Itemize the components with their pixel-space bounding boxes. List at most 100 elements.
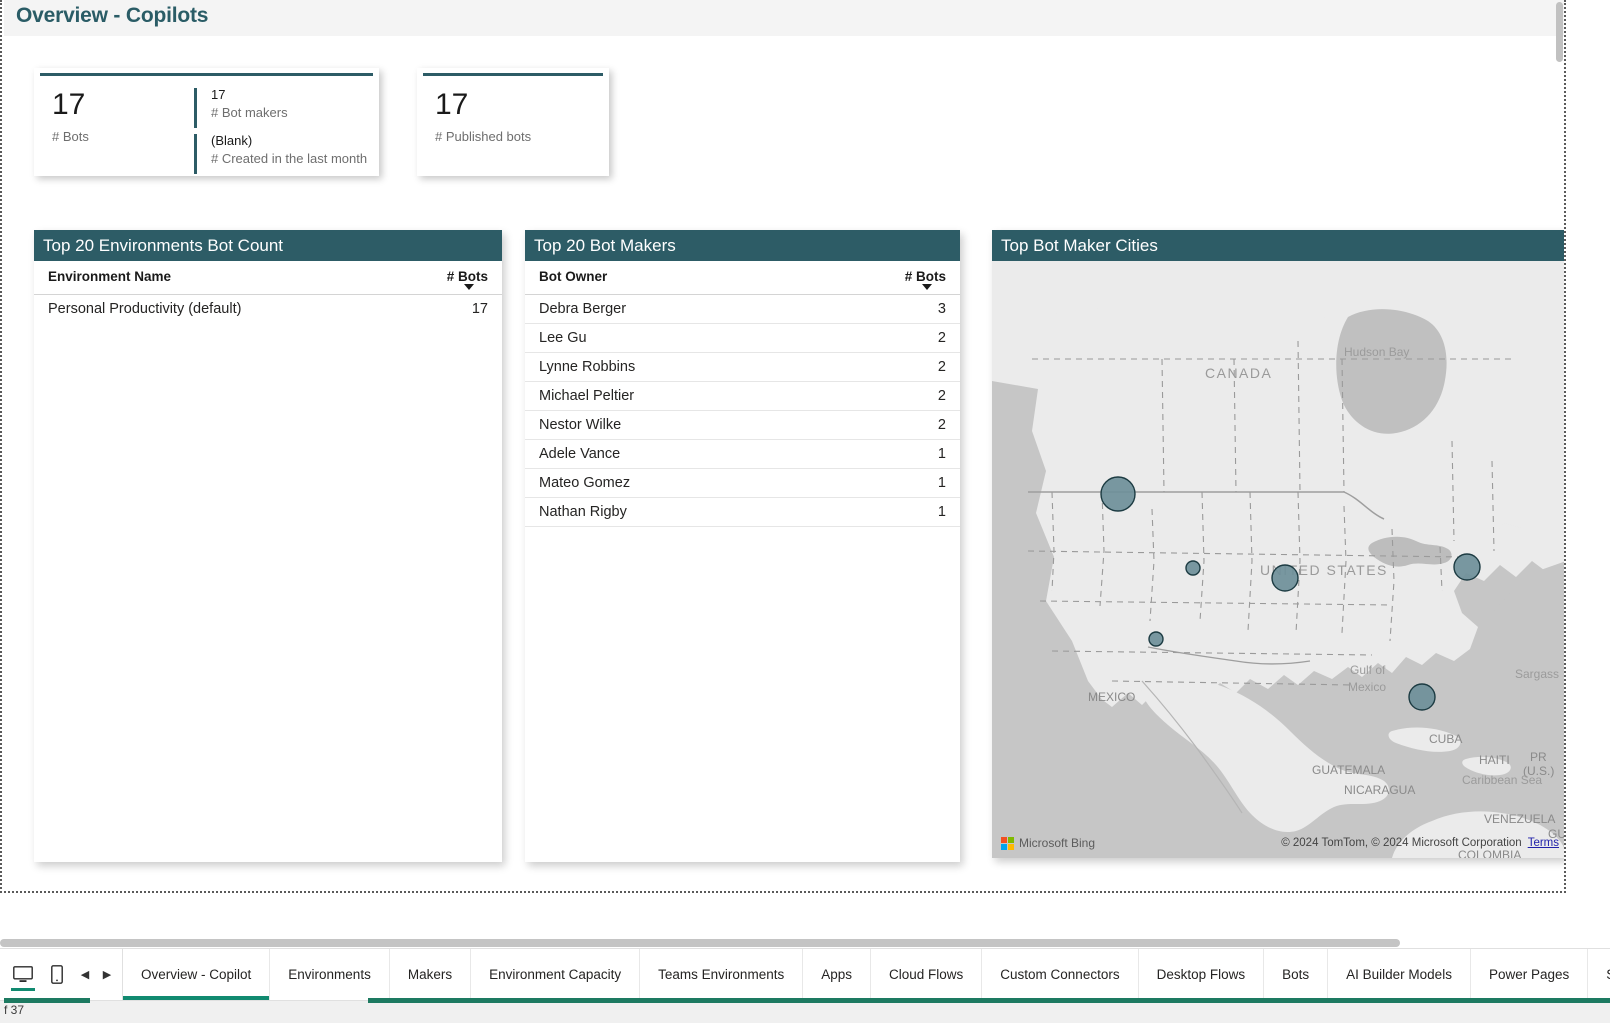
cell-bot-owner: Nestor Wilke (525, 410, 868, 440)
cell-bots-count: 2 (868, 323, 960, 353)
environments-panel-title: Top 20 Environments Bot Count (34, 230, 502, 261)
cell-bot-owner: Lynne Robbins (525, 352, 868, 382)
cell-bot-owner: Mateo Gomez (525, 468, 868, 498)
canvas-vertical-scrollbar[interactable] (1554, 0, 1564, 891)
table-row[interactable]: Lee Gu 2 (525, 323, 960, 353)
microsoft-bing-logo: Microsoft Bing (1001, 836, 1095, 850)
map-bubble-new-york[interactable] (1453, 553, 1481, 581)
map-attribution: © 2024 TomTom, © 2024 Microsoft Corporat… (1281, 837, 1559, 849)
page-tabs-list: Overview - Copilot Environments Makers Envi… (123, 949, 1610, 1000)
page-tabs-horizontal-scrollbar[interactable] (0, 937, 1610, 948)
table-row[interactable]: Nestor Wilke 2 (525, 410, 960, 440)
environments-bot-count-panel[interactable]: Top 20 Environments Bot Count Environmen… (34, 230, 502, 862)
kpi-accent-bar (40, 73, 373, 76)
kpi-card-bots[interactable]: 17 # Bots 17 # Bot makers (Blank) # Crea… (34, 68, 379, 176)
environments-table: Environment Name # Bots Personal Product… (34, 261, 502, 323)
kpi-primary-block: 17 # Published bots (435, 88, 532, 145)
column-header-bots-label: # Bots (446, 269, 488, 284)
page-tab-bots[interactable]: Bots (1264, 949, 1329, 1000)
previous-page-button[interactable]: ◀ (74, 955, 96, 995)
table-row[interactable]: Michael Peltier 2 (525, 381, 960, 411)
monitor-icon (13, 966, 33, 982)
page-tab-cloud-flows[interactable]: Cloud Flows (871, 949, 983, 1000)
map-label-hudson-bay: Hudson Bay (1344, 345, 1409, 359)
column-header-bots-label: # Bots (904, 269, 946, 284)
column-header-bots[interactable]: # Bots (868, 261, 960, 295)
kpi-bot-makers-value: 17 (211, 87, 226, 102)
map-graphic: CANADA Hudson Bay UNITED STATES MEXICO G… (992, 261, 1564, 858)
cell-environment-name: Personal Productivity (default) (48, 301, 242, 317)
next-page-button[interactable]: ▶ (96, 955, 118, 995)
kpi-secondary-rows: 17 # Bot makers (Blank) # Created in the… (194, 86, 367, 178)
sort-descending-icon (464, 284, 474, 290)
map-label-guatemala: GUATEMALA (1312, 763, 1385, 777)
microsoft-logo-icon (1001, 836, 1014, 850)
kpi-published-label: # Published bots (435, 129, 532, 144)
bot-makers-table: Bot Owner # Bots Debra Berger 3 Lee Gu 2 Lyn… (525, 261, 960, 527)
map-label-colombia: COLOMBIA (1458, 848, 1521, 858)
page-tab-overview-copilot[interactable]: Overview - Copilot (123, 949, 271, 1000)
column-header-environment-name[interactable]: Environment Name (34, 261, 410, 295)
report-canvas: Overview - Copilots 17 # Bots 17 # Bot m… (0, 0, 1566, 893)
page-tab-environments[interactable]: Environments (270, 949, 390, 1000)
status-bar: f 37 (0, 998, 1610, 1023)
kpi-bot-makers-label: # Bot makers (211, 105, 288, 120)
table-row[interactable]: Debra Berger 3 (525, 294, 960, 324)
page-tab-ai-builder-models[interactable]: AI Builder Models (1328, 949, 1471, 1000)
page-tab-makers[interactable]: Makers (390, 949, 472, 1000)
map-label-canada: CANADA (1205, 365, 1272, 381)
table-row[interactable]: Personal Productivity (default) 17 (34, 295, 502, 324)
cell-bot-owner: Lee Gu (525, 323, 868, 353)
map-label-cuba: CUBA (1429, 732, 1462, 746)
bot-makers-panel-title: Top 20 Bot Makers (525, 230, 960, 261)
desktop-view-button[interactable] (6, 955, 40, 995)
table-row[interactable]: Nathan Rigby 1 (525, 497, 960, 527)
bing-logo-text: Microsoft Bing (1019, 836, 1096, 850)
page-tab-environment-capacity[interactable]: Environment Capacity (471, 949, 641, 1000)
kpi-primary-block: 17 # Bots (52, 88, 89, 145)
page-tab-apps[interactable]: Apps (803, 949, 871, 1000)
map-bubble-denver[interactable] (1185, 560, 1201, 576)
table-row[interactable]: Adele Vance 1 (525, 439, 960, 469)
map-bubble-dallas[interactable] (1271, 564, 1299, 592)
map-label-mexico-gulf: Mexico (1348, 680, 1386, 694)
kpi-published-value: 17 (435, 88, 469, 121)
page-tab-power-pages[interactable]: Power Pages (1471, 949, 1589, 1000)
column-header-bot-owner[interactable]: Bot Owner (525, 261, 868, 295)
table-header-row: Bot Owner # Bots (525, 261, 960, 295)
map-bubble-san-diego[interactable] (1148, 631, 1164, 647)
map-bubble-florida[interactable] (1408, 683, 1436, 711)
page-tab-teams-environments[interactable]: Teams Environments (640, 949, 804, 1000)
map-bubble-seattle[interactable] (1100, 476, 1136, 512)
kpi-card-published-bots[interactable]: 17 # Published bots (417, 68, 609, 176)
kpi-bots-value: 17 (52, 88, 86, 121)
kpi-accent-bar (423, 73, 603, 76)
canvas-vertical-scrollbar-thumb[interactable] (1556, 2, 1563, 62)
kpi-row-accent-bar (194, 88, 197, 128)
page-tabs-scrollbar-thumb[interactable] (0, 939, 1400, 947)
kpi-row-accent-bar (194, 134, 197, 174)
table-row[interactable]: Mateo Gomez 1 (525, 468, 960, 498)
map-label-venezuela: VENEZUELA (1484, 812, 1555, 826)
bot-makers-panel[interactable]: Top 20 Bot Makers Bot Owner # Bots Debra… (525, 230, 960, 862)
page-tab-custom-connectors[interactable]: Custom Connectors (982, 949, 1139, 1000)
environments-table-body: Environment Name # Bots Personal Product… (34, 261, 502, 862)
phone-icon (51, 965, 63, 984)
kpi-row-created-last-month: (Blank) # Created in the last month (194, 132, 368, 174)
table-row[interactable]: Lynne Robbins 2 (525, 352, 960, 382)
map-label-sargasso: Sargass (1515, 667, 1559, 681)
map-surface[interactable]: CANADA Hudson Bay UNITED STATES MEXICO G… (992, 261, 1564, 858)
column-header-bots[interactable]: # Bots (410, 261, 502, 295)
kpi-created-label: # Created in the last month (211, 151, 368, 166)
status-bar-text: f 37 (4, 1003, 25, 1017)
cell-bot-owner: Michael Peltier (525, 381, 868, 411)
kpi-created-value: (Blank) (211, 133, 253, 148)
page-tab-desktop-flows[interactable]: Desktop Flows (1139, 949, 1265, 1000)
map-attribution-text: © 2024 TomTom, © 2024 Microsoft Corporat… (1281, 837, 1522, 849)
cell-bots-count: 1 (868, 439, 960, 469)
page-tab-solutions[interactable]: Solutions (1588, 949, 1610, 1000)
mobile-view-button[interactable] (40, 955, 74, 995)
map-label-caribbean-sea: Caribbean Sea (1462, 773, 1542, 787)
bot-maker-cities-map-panel[interactable]: Top Bot Maker Cities CANADA Hudson Bay U… (992, 230, 1564, 858)
kpi-row-bot-makers: 17 # Bot makers (194, 86, 367, 128)
